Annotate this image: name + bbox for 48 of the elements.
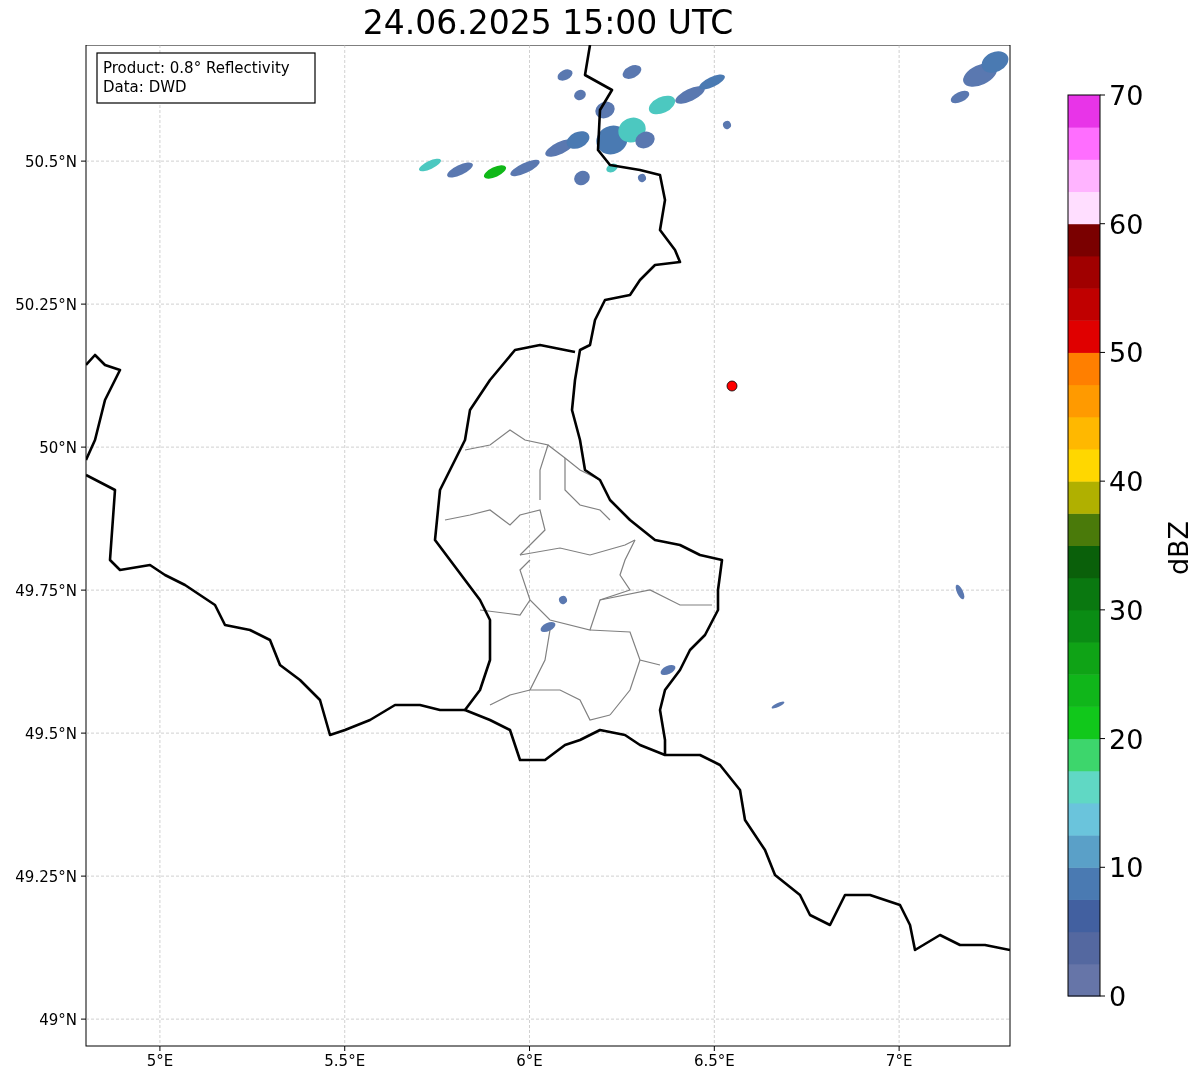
info-text: Data: DWD [103,78,187,96]
location-marker [726,380,738,392]
colorbar-label: dBZ [1162,520,1194,576]
radar-echo [771,701,785,709]
radar-echo [699,74,725,90]
radar-echo [723,121,731,129]
radar-echo [510,159,540,177]
tick-label: 60 [1109,208,1144,240]
tick-label: 40 [1109,466,1144,498]
radar-echo [638,174,646,182]
radar-echo [483,165,507,179]
tick-label: 6.5°E [693,1052,735,1070]
tick-label: 49.75°N [15,582,77,601]
radar-echo [606,163,618,173]
radar-echo [540,622,556,632]
radar-echo [955,584,965,600]
radar-echo [574,170,590,186]
tick-label: 5°E [146,1052,174,1070]
radar-echo [950,90,970,104]
radar-echo [595,101,615,119]
tick-label: 49.5°N [24,725,77,744]
tick-label: 5.5°E [324,1052,366,1070]
radar-echo [557,69,573,81]
tick-label: 49.25°N [15,868,77,887]
radar-echo [566,131,590,149]
radar-echo [648,95,676,115]
tick-label: 50 [1109,337,1144,369]
tick-label: 7°E [885,1052,913,1070]
radar-echo [574,89,586,101]
tick-label: 0 [1109,981,1127,1012]
chart-title: 24.06.2025 15:00 UTC [362,6,734,39]
radar-echo [981,51,1009,73]
tick-label: 30 [1109,594,1144,626]
tick-label: 50.5°N [24,153,77,172]
info-text: Product: 0.8° Reflectivity [103,59,290,77]
tick-label: 6°E [516,1052,543,1070]
radar-echo [660,665,676,675]
radar-echo [419,158,441,172]
tick-label: 49°N [39,1011,77,1030]
tick-label: 20 [1109,723,1144,755]
tick-label: 10 [1109,852,1144,884]
tick-label: 50°N [39,439,77,458]
radar-echo [559,596,567,604]
tick-label: 70 [1109,80,1144,111]
radar-echo [675,86,705,104]
tick-label: 50.25°N [15,296,77,315]
radar-echo [622,65,642,79]
radar-echo [447,162,473,178]
